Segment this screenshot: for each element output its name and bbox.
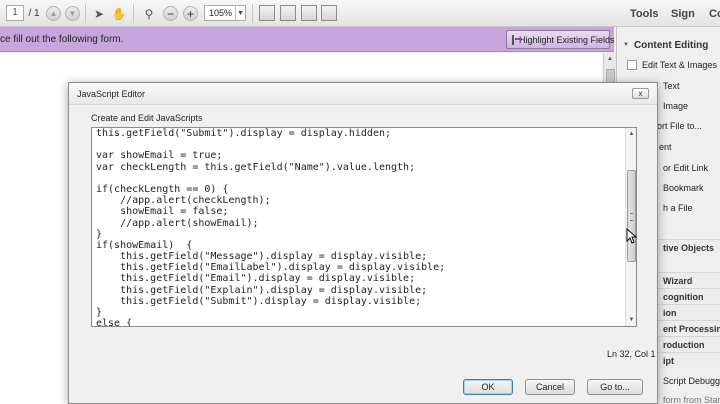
pane-item-edit-link[interactable]: or Edit Link <box>663 163 708 173</box>
editor-scroll-thumb[interactable] <box>627 170 636 262</box>
code-line[interactable]: //app.alert(showEmail); <box>96 218 622 229</box>
code-line[interactable]: this.getField("Submit").display = displa… <box>96 296 622 307</box>
cancel-button[interactable]: Cancel <box>525 379 575 395</box>
toolbar-divider <box>85 4 86 23</box>
zoom-out-icon[interactable]: − <box>163 6 178 21</box>
cursor-position-label: Ln 32, Col 1 <box>607 349 656 359</box>
marquee-zoom-icon[interactable]: ⚲ <box>141 5 157 22</box>
code-line[interactable]: this.getField("Email").display = display… <box>96 273 622 284</box>
pane-item-label: Edit Text & Images <box>642 60 717 70</box>
fit-width-icon[interactable] <box>280 5 296 21</box>
page-total-label: / 1 <box>28 8 40 19</box>
zoom-level-value: 105% <box>209 8 233 18</box>
pane-item-export-file[interactable]: ort File to... <box>657 121 702 131</box>
go-to-button[interactable]: Go to... <box>587 379 643 395</box>
pane-item-add-text[interactable]: Text <box>663 81 680 91</box>
pane-item-bookmark[interactable]: Bookmark <box>663 183 704 193</box>
pane-item-edit-text-images[interactable]: Edit Text & Images <box>627 60 717 70</box>
code-line[interactable]: if(checkLength == 0) { <box>96 184 622 195</box>
code-line[interactable]: var checkLength = this.getField("Name").… <box>96 162 622 173</box>
mouse-pointer-icon <box>626 228 638 244</box>
code-line[interactable]: if(showEmail) { <box>96 240 622 251</box>
form-message-text: ce fill out the following form. <box>0 34 124 45</box>
scroll-up-arrow-icon[interactable]: ▲ <box>627 129 636 139</box>
code-text-area[interactable]: this.getField("Submit").display = displa… <box>96 128 622 326</box>
code-line[interactable]: } <box>96 307 622 318</box>
highlight-fields-icon <box>512 34 522 45</box>
ok-button[interactable]: OK <box>463 379 513 395</box>
code-line[interactable]: else { <box>96 318 622 326</box>
acrobat-toolbar: 1 / 1 ▲ ▼ ➤ ✋ ⚲ − + 105% ▼ Tools Sign Co <box>0 0 720 27</box>
two-page-icon[interactable] <box>301 5 317 21</box>
code-line[interactable]: //app.alert(checkLength); <box>96 195 622 206</box>
tab-comment[interactable]: Co <box>709 8 720 20</box>
pane-item-form-from-start[interactable]: form from Start <box>663 395 720 404</box>
dialog-subtitle: Create and Edit JavaScripts <box>91 113 203 123</box>
zoom-in-icon[interactable]: + <box>183 6 198 21</box>
edit-text-icon <box>627 60 637 70</box>
chevron-down-icon: ▼ <box>235 6 245 20</box>
editor-scrollbar[interactable]: ▲ ▼ <box>625 128 636 326</box>
code-line[interactable]: } <box>96 229 622 240</box>
code-line[interactable]: var showEmail = true; <box>96 150 622 161</box>
pane-item-label: Image <box>663 101 689 111</box>
pane-item-label: ent <box>659 142 672 152</box>
page-number-input[interactable]: 1 <box>6 5 24 21</box>
next-page-button[interactable]: ▼ <box>65 6 80 21</box>
code-line[interactable] <box>96 173 622 184</box>
pane-item-label: form from Start <box>663 395 720 404</box>
previous-page-button[interactable]: ▲ <box>46 6 61 21</box>
dialog-titlebar[interactable]: JavaScript Editor x <box>69 83 657 105</box>
tab-tools[interactable]: Tools <box>630 8 659 20</box>
fit-page-icon[interactable] <box>259 5 275 21</box>
hand-icon[interactable]: ✋ <box>112 5 127 22</box>
pane-item-add-image[interactable]: Image <box>663 101 688 111</box>
pane-item-label: Text <box>663 81 680 91</box>
pane-item-label: or Edit Link <box>663 163 709 173</box>
code-line[interactable]: this.getField("Submit").display = displa… <box>96 128 622 139</box>
pane-item-attach-file[interactable]: h a File <box>663 203 693 213</box>
pane-item-label: ort File to... <box>657 121 703 131</box>
toolbar-divider <box>133 4 134 23</box>
close-icon[interactable]: x <box>632 88 649 99</box>
javascript-code-editor[interactable]: this.getField("Submit").display = displa… <box>91 127 637 327</box>
zoom-level-select[interactable]: 105% ▼ <box>204 5 246 21</box>
highlight-button-label: Highlight Existing Fields <box>519 34 615 45</box>
code-line[interactable]: showEmail = false; <box>96 206 622 217</box>
code-line[interactable] <box>96 139 622 150</box>
pane-item-section-label: ent <box>659 142 672 152</box>
select-arrow-icon[interactable]: ➤ <box>92 5 106 22</box>
content-editing-title: Content Editing <box>633 39 709 51</box>
toolbar-divider <box>252 4 253 23</box>
code-line[interactable]: this.getField("EmailLabel").display = di… <box>96 262 622 273</box>
content-editing-section-header[interactable]: ▼ Content Editing <box>617 37 720 53</box>
document-scroll-thumb[interactable] <box>606 69 615 83</box>
pane-item-label: Script Debugger <box>663 376 720 386</box>
dialog-title: JavaScript Editor <box>77 89 146 99</box>
scroll-mode-icon[interactable] <box>321 5 337 21</box>
pane-item-label: h a File <box>663 203 693 213</box>
form-message-bar: ce fill out the following form. Highligh… <box>0 27 615 52</box>
pane-item-script-debugger[interactable]: Script Debugger <box>663 376 720 386</box>
collapse-triangle-icon: ▼ <box>623 42 629 48</box>
code-line[interactable]: this.getField("Explain").display = displ… <box>96 285 622 296</box>
highlight-existing-fields-button[interactable]: Highlight Existing Fields <box>506 30 615 49</box>
scroll-down-arrow-icon[interactable]: ▼ <box>627 315 636 325</box>
pane-item-label: Bookmark <box>663 183 704 193</box>
scroll-up-arrow-icon[interactable]: ▲ <box>606 56 614 65</box>
code-line[interactable]: this.getField("Message").display = displ… <box>96 251 622 262</box>
tab-sign[interactable]: Sign <box>671 8 695 20</box>
javascript-editor-dialog: JavaScript Editor x Create and Edit Java… <box>68 82 658 404</box>
